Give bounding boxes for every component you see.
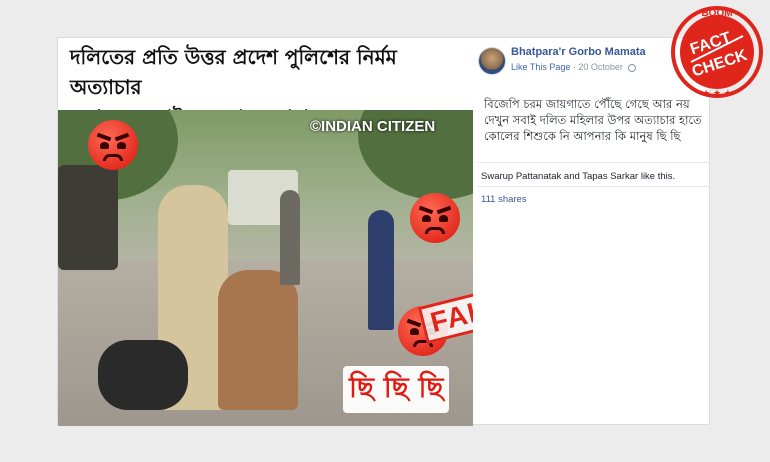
like-page-link[interactable]: Like This Page [511, 62, 570, 72]
page-avatar[interactable] [478, 47, 506, 75]
post-photo[interactable]: ©INDIAN CITIZEN FAKE ছি ছি ছি [58, 110, 473, 426]
page-name-link[interactable]: Bhatpara'r Gorbo Mamata [511, 46, 646, 58]
facebook-post-card: দলিতের প্রতি উত্তর প্রদেশ পুলিশের নির্মম… [57, 37, 711, 426]
post-text: বিজেপি চরম জায়গাতে পৌঁছে গেছে আর নয় দে… [484, 97, 702, 143]
angry-face-icon [410, 193, 460, 243]
bystander [280, 190, 300, 285]
woman-figure [218, 270, 298, 410]
watermark: ©INDIAN CITIZEN [310, 118, 436, 135]
auto-rickshaw [58, 165, 118, 270]
post-meta: Like This Page · 20 October [511, 62, 637, 72]
divider [478, 162, 711, 163]
headline-line-1: দলিতের প্রতি উত্তর প্রদেশ পুলিশের নির্মম… [70, 45, 397, 99]
bystander [368, 210, 394, 330]
angry-face-icon [88, 120, 138, 170]
badge-top-text: BOOM [701, 8, 732, 19]
reactions-summary[interactable]: Swarup Pattanatak and Tapas Sarkar like … [481, 171, 675, 182]
shares-count[interactable]: 111 shares [481, 194, 527, 205]
scooter [98, 340, 188, 410]
divider [478, 186, 711, 187]
svg-text:★ ★ ★: ★ ★ ★ [702, 89, 732, 99]
shame-caption: ছি ছি ছি [343, 366, 450, 413]
boom-fact-check-logo: BOOM FACT CHECK ★ ★ ★ [671, 6, 763, 99]
globe-icon [628, 63, 637, 72]
post-date[interactable]: 20 October [578, 62, 623, 72]
